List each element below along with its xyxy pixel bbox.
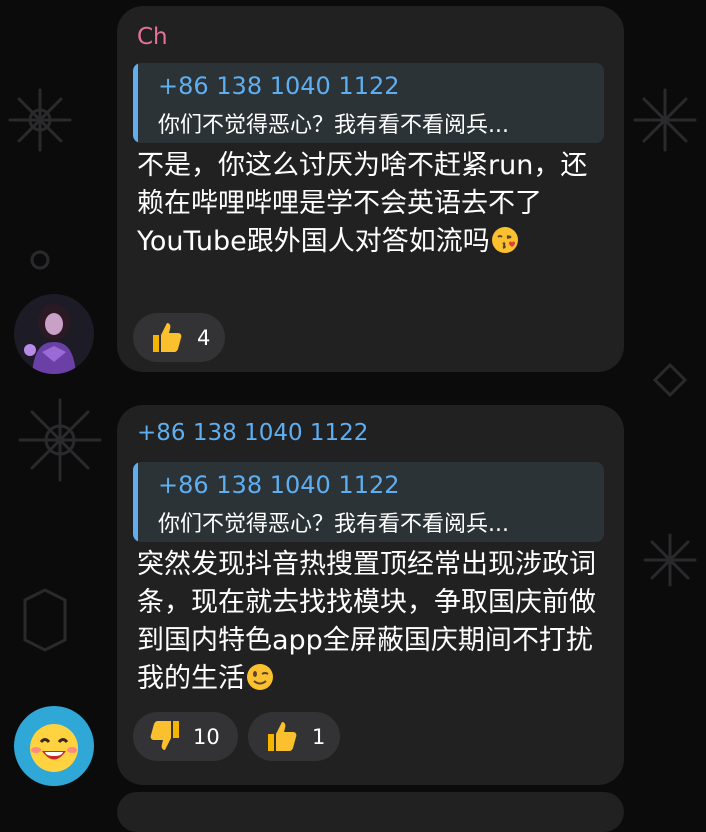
reply-accent-bar [133, 63, 138, 143]
laughing-emoji-avatar[interactable] [14, 706, 94, 786]
thumbs-up-icon [153, 323, 182, 352]
reply-sender-name: +86 138 1040 1122 [158, 72, 400, 100]
sender-name[interactable]: Ch [137, 26, 168, 49]
reaction-thumbs-down[interactable]: 10 [133, 712, 238, 761]
reaction-count: 1 [312, 725, 326, 749]
reaction-count: 10 [193, 725, 220, 749]
reply-accent-bar [133, 462, 138, 542]
reply-quote[interactable]: +86 138 1040 1122 你们不觉得恶心？我有看不看阅兵... [133, 462, 604, 542]
message-text: 突然发现抖音热搜置顶经常出现涉政词条，现在就去找找模块，争取国庆前做到国内特色a… [137, 546, 607, 698]
reaction-thumbs-up[interactable]: 1 [248, 712, 340, 761]
reply-preview-text: 你们不觉得恶心？我有看不看阅兵... [158, 512, 509, 537]
woman-portrait-avatar[interactable] [14, 294, 94, 374]
reply-sender-name: +86 138 1040 1122 [158, 471, 400, 499]
sender-name[interactable]: +86 138 1040 1122 [137, 422, 368, 445]
thumbs-up-icon [268, 722, 297, 751]
avatar-image [14, 706, 94, 786]
reply-preview-text: 你们不觉得恶心？我有看不看阅兵... [158, 113, 509, 138]
avatar-image [14, 294, 94, 374]
reply-quote[interactable]: +86 138 1040 1122 你们不觉得恶心？我有看不看阅兵... [133, 63, 604, 143]
reaction-thumbs-up[interactable]: 4 [133, 313, 225, 362]
kissing-heart-emoji [491, 227, 518, 253]
message-bubble-1[interactable]: Ch +86 138 1040 1122 你们不觉得恶心？我有看不看阅兵... … [117, 6, 624, 372]
reaction-count: 4 [197, 326, 211, 350]
message-body: 突然发现抖音热搜置顶经常出现涉政词条，现在就去找找模块，争取国庆前做到国内特色a… [137, 549, 596, 694]
winking-face-emoji [247, 664, 273, 690]
message-text: 不是，你这么讨厌为啥不赶紧run，还赖在哔哩哔哩是学不会英语去不了YouTube… [137, 147, 607, 261]
message-bubble-3-partial[interactable] [117, 792, 624, 832]
thumbs-down-icon [150, 721, 179, 750]
message-bubble-2[interactable]: +86 138 1040 1122 +86 138 1040 1122 你们不觉… [117, 405, 624, 785]
